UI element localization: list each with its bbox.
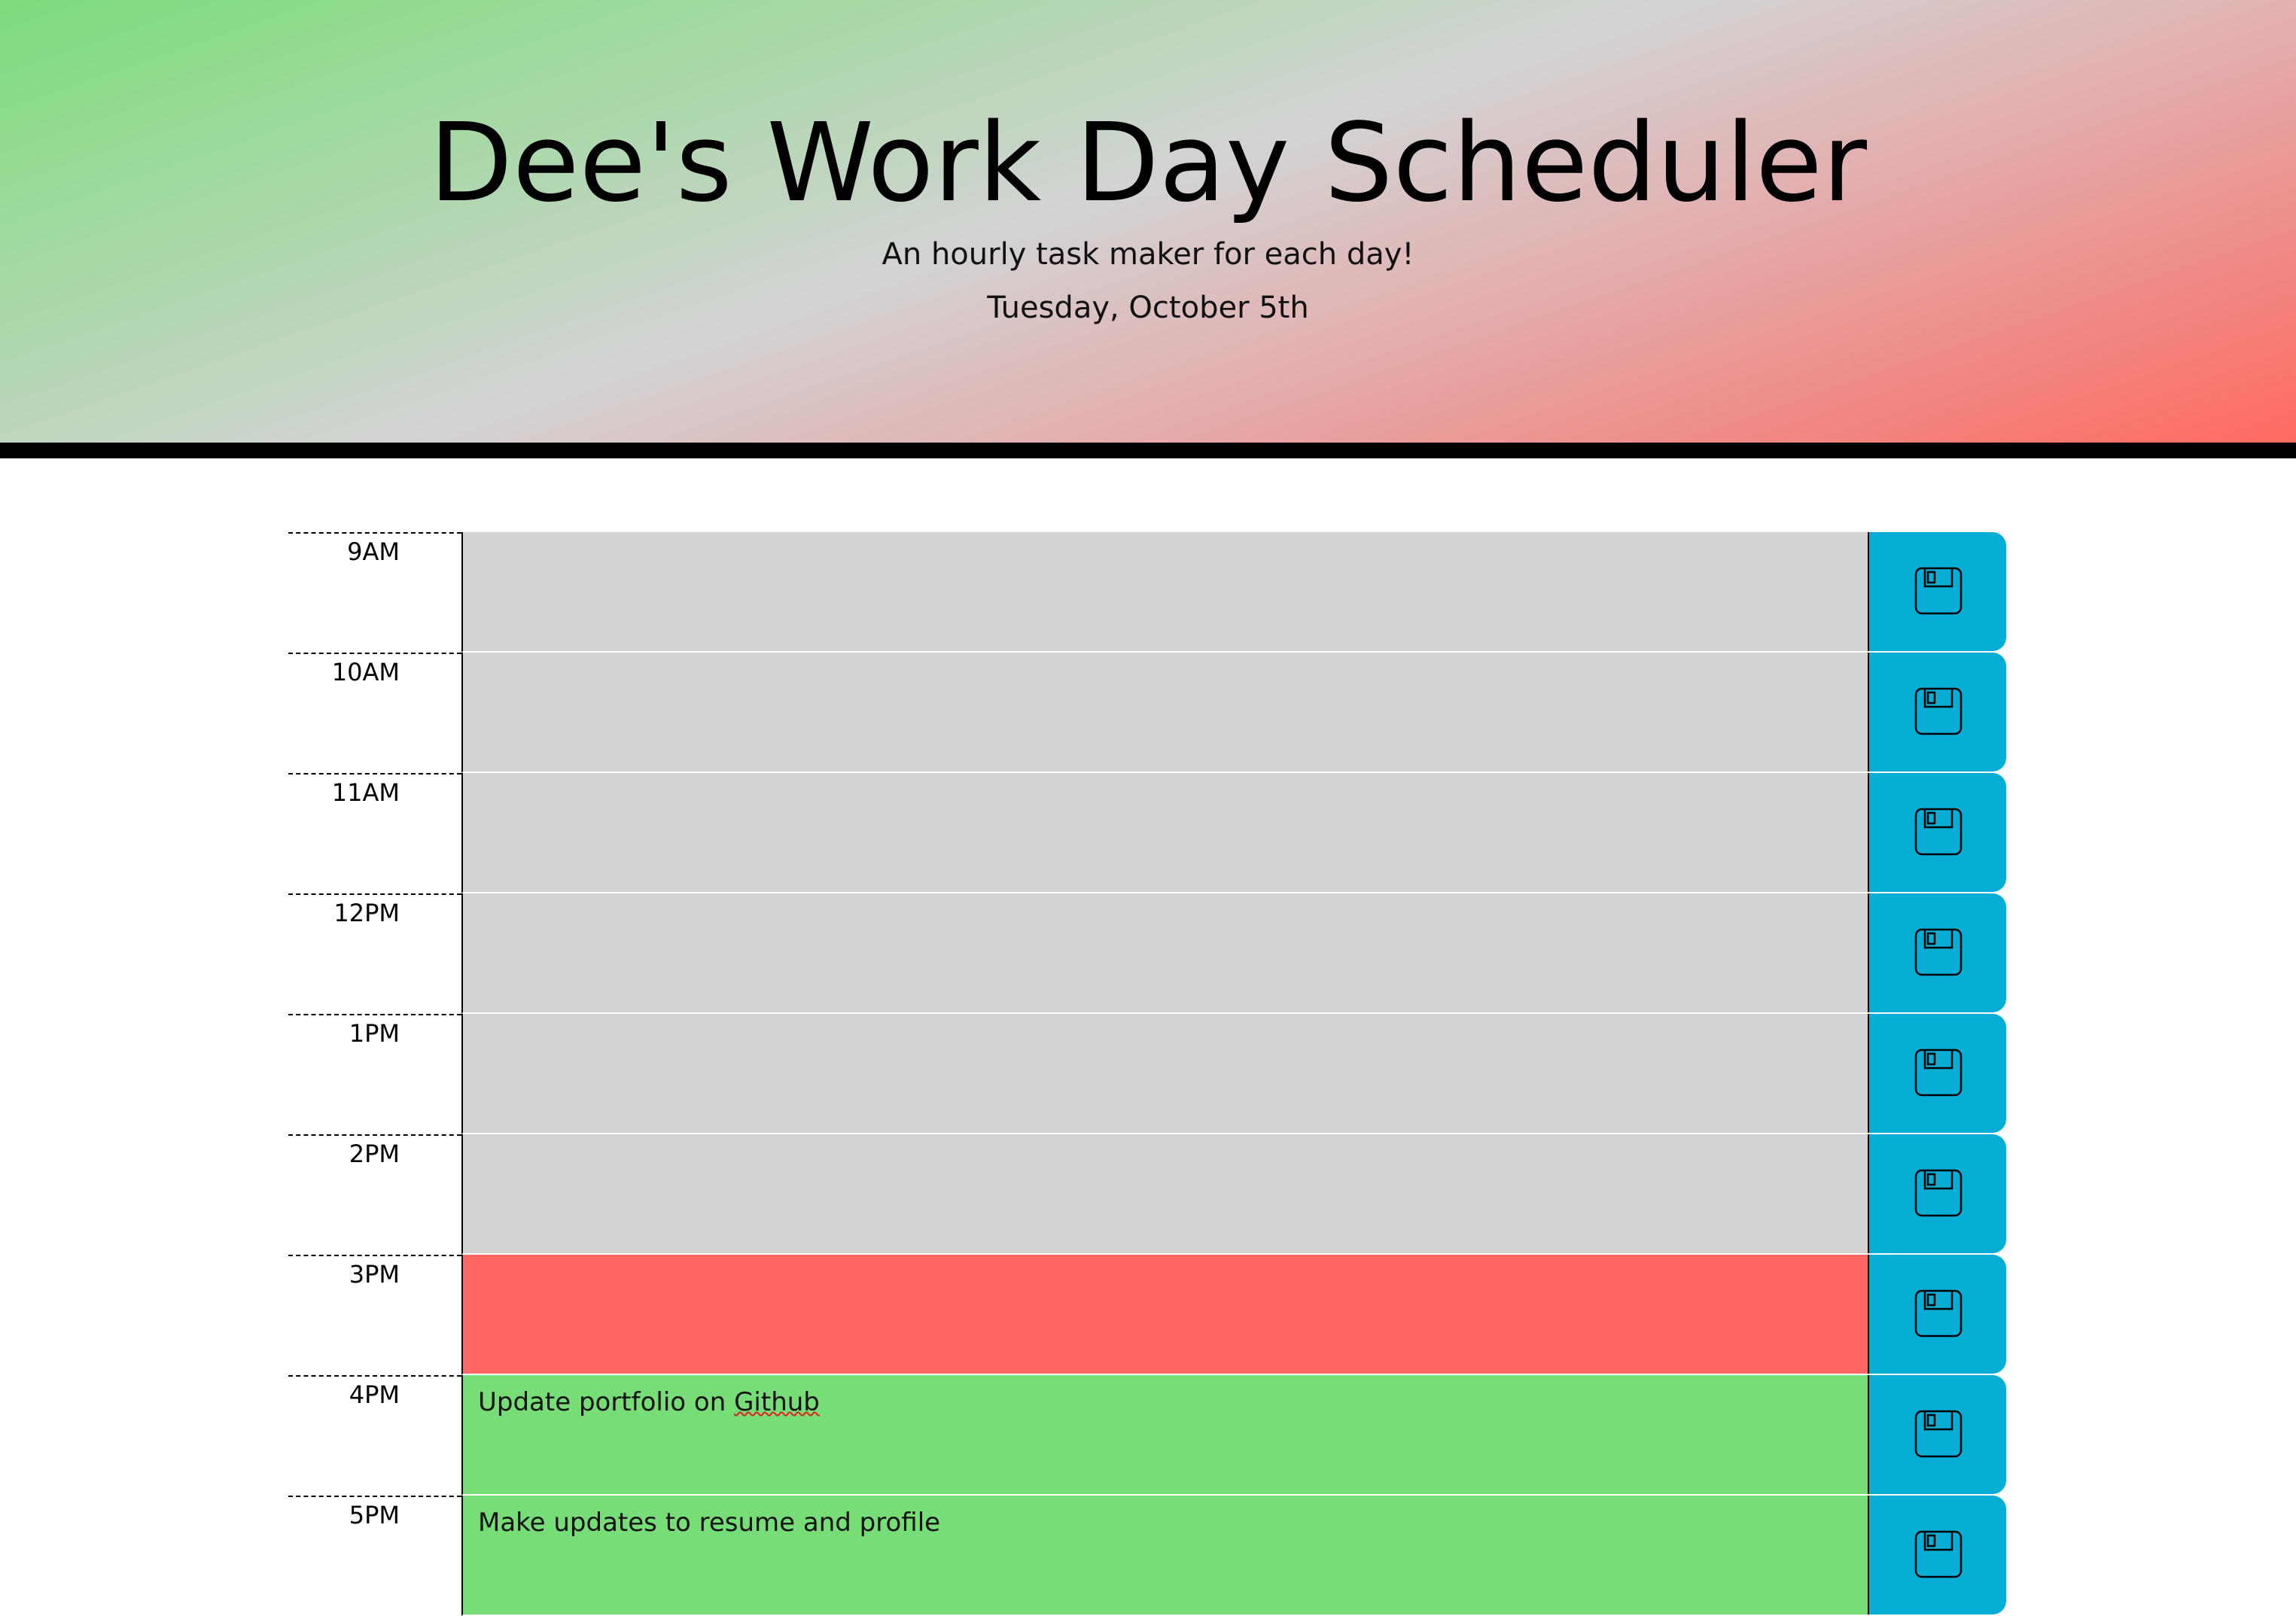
- page-title: Dee's Work Day Scheduler: [429, 99, 1867, 226]
- task-text: Update portfolio on: [478, 1387, 735, 1417]
- save-button[interactable]: [1868, 1014, 2006, 1133]
- floppy-disk-icon: [1914, 1530, 1963, 1578]
- time-block-2pm: 2PM: [288, 1134, 2006, 1255]
- floppy-disk-icon: [1914, 687, 1963, 735]
- floppy-disk-icon: [1914, 1169, 1963, 1217]
- time-block-5pm: 5PM Make updates to resume and profile: [288, 1496, 2006, 1616]
- save-button[interactable]: [1868, 1134, 2006, 1253]
- floppy-disk-icon: [1914, 1048, 1963, 1097]
- save-button[interactable]: [1868, 1375, 2006, 1494]
- hour-label: 3PM: [288, 1255, 461, 1375]
- page-subtitle: An hourly task maker for each day!: [882, 237, 1414, 272]
- hour-label: 5PM: [288, 1496, 461, 1616]
- save-button[interactable]: [1868, 1496, 2006, 1614]
- hour-label: 12PM: [288, 893, 461, 1014]
- save-button[interactable]: [1868, 893, 2006, 1012]
- hour-label: 2PM: [288, 1134, 461, 1255]
- save-button[interactable]: [1868, 1255, 2006, 1374]
- time-block-3pm: 3PM: [288, 1255, 2006, 1375]
- time-block-11am: 11AM: [288, 773, 2006, 893]
- header-divider: [0, 443, 2296, 458]
- task-description[interactable]: [461, 893, 1868, 1014]
- task-description[interactable]: [461, 653, 1868, 773]
- spellcheck-flagged-word: Github: [734, 1387, 820, 1417]
- hour-label: 10AM: [288, 653, 461, 773]
- hour-label: 4PM: [288, 1375, 461, 1496]
- time-block-10am: 10AM: [288, 653, 2006, 773]
- time-block-4pm: 4PM Update portfolio on Github: [288, 1375, 2006, 1496]
- time-block-1pm: 1PM: [288, 1014, 2006, 1134]
- floppy-disk-icon: [1914, 1410, 1963, 1458]
- floppy-disk-icon: [1914, 928, 1963, 976]
- time-block-12pm: 12PM: [288, 893, 2006, 1014]
- task-description[interactable]: [461, 773, 1868, 893]
- task-description[interactable]: Make updates to resume and profile: [461, 1496, 1868, 1616]
- save-button[interactable]: [1868, 653, 2006, 771]
- page-header: Dee's Work Day Scheduler An hourly task …: [0, 0, 2296, 443]
- schedule-container: 9AM 10AM 11AM 12PM 1PM 2PM 3PM 4PM Updat…: [288, 532, 2006, 1616]
- save-button[interactable]: [1868, 532, 2006, 651]
- task-description[interactable]: Update portfolio on Github: [461, 1375, 1868, 1496]
- task-description[interactable]: [461, 1134, 1868, 1255]
- floppy-disk-icon: [1914, 567, 1963, 615]
- task-description[interactable]: [461, 1014, 1868, 1134]
- task-description[interactable]: [461, 1255, 1868, 1375]
- task-description[interactable]: [461, 532, 1868, 653]
- hour-label: 1PM: [288, 1014, 461, 1134]
- save-button[interactable]: [1868, 773, 2006, 892]
- time-block-9am: 9AM: [288, 532, 2006, 653]
- hour-label: 11AM: [288, 773, 461, 893]
- current-day: Tuesday, October 5th: [987, 291, 1309, 325]
- hour-label: 9AM: [288, 532, 461, 653]
- floppy-disk-icon: [1914, 808, 1963, 856]
- floppy-disk-icon: [1914, 1289, 1963, 1338]
